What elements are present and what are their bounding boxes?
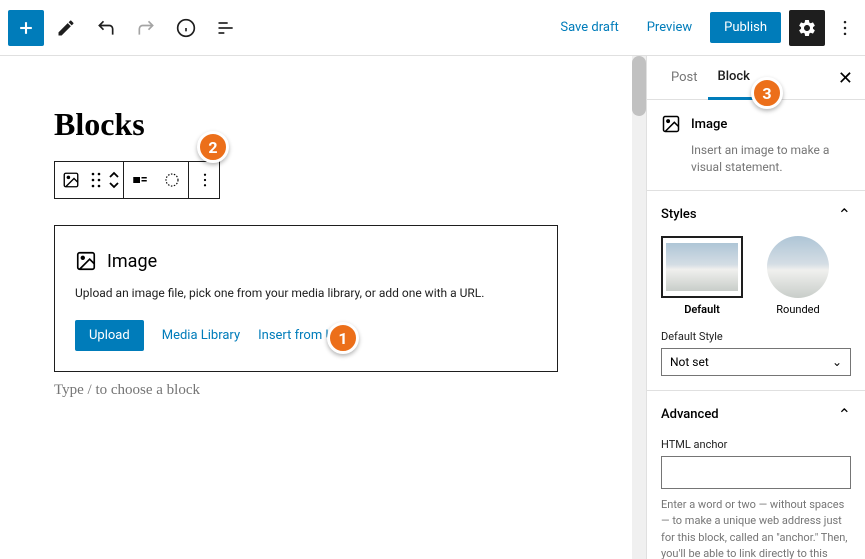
publish-button[interactable]: Publish [710,12,781,43]
block-info-desc: Insert an image to make a visual stateme… [691,142,851,176]
editor-canvas: Blocks [0,56,646,559]
undo-button[interactable] [88,10,124,46]
default-style-label: Default Style [661,330,851,343]
callout-1: 1 [327,322,359,354]
callout-3: 3 [751,77,783,109]
chevron-up-icon: ⌃ [838,205,851,224]
block-info-title: Image [691,117,727,132]
default-style-value: Not set [670,355,709,369]
toolbar-left [8,10,244,46]
style-default[interactable]: Default [661,236,743,316]
image-icon [661,114,681,134]
page-title[interactable]: Blocks [54,106,592,143]
more-button[interactable] [833,10,857,46]
tab-post[interactable]: Post [661,56,708,99]
upload-button[interactable]: Upload [75,320,144,351]
drag-handle[interactable] [87,162,105,198]
block-more-button[interactable] [189,162,221,198]
media-library-link[interactable]: Media Library [162,328,240,343]
image-block-desc: Upload an image file, pick one from your… [75,286,537,300]
image-block-heading: Image [107,251,157,272]
image-block-placeholder[interactable]: Image Upload an image file, pick one fro… [54,225,558,372]
save-draft-button[interactable]: Save draft [550,20,628,35]
styles-header[interactable]: Styles ⌃ [661,205,851,224]
advanced-header[interactable]: Advanced ⌃ [661,405,851,424]
anchor-label: HTML anchor [661,438,851,451]
style-rounded[interactable]: Rounded [757,236,839,316]
image-icon [75,250,97,272]
advanced-panel: Advanced ⌃ HTML anchor Enter a word or t… [647,391,865,559]
scrollbar[interactable] [632,56,646,559]
default-style-select[interactable]: Not set ⌄ [661,348,851,376]
crop-button[interactable] [156,162,188,198]
advanced-title: Advanced [661,407,719,422]
add-block-button[interactable] [8,10,44,46]
top-toolbar: Save draft Preview Publish [0,0,865,56]
callout-2: 2 [197,131,229,163]
styles-title: Styles [661,207,697,222]
block-type-icon[interactable] [55,162,87,198]
outline-button[interactable] [208,10,244,46]
block-appender[interactable]: Type / to choose a block [54,382,592,399]
block-info-panel: Image Insert an image to make a visual s… [647,100,865,191]
preview-button[interactable]: Preview [637,20,702,35]
settings-button[interactable] [789,10,825,46]
style-rounded-label: Rounded [757,303,839,316]
chevron-up-icon: ⌃ [838,405,851,424]
style-default-label: Default [661,303,743,316]
settings-sidebar: Post Block ✕ Image Insert an image to ma… [646,56,865,559]
styles-panel: Styles ⌃ Default Rounded Default Style N… [647,191,865,391]
info-button[interactable] [168,10,204,46]
edit-mode-button[interactable] [48,10,84,46]
toolbar-right: Save draft Preview Publish [550,10,857,46]
move-updown[interactable] [105,162,123,198]
close-icon[interactable]: ✕ [838,68,853,89]
anchor-help: Enter a word or two — without spaces — t… [661,497,851,559]
chevron-down-icon: ⌄ [832,355,842,369]
block-toolbar [54,161,220,199]
align-button[interactable] [124,162,156,198]
anchor-input[interactable] [661,456,851,489]
redo-button[interactable] [128,10,164,46]
